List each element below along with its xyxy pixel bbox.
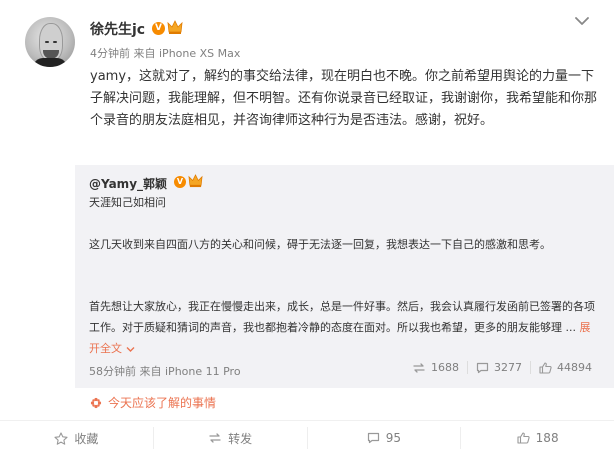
comment-icon xyxy=(476,362,489,373)
like-button[interactable]: 188 xyxy=(460,427,614,449)
retweet-source: iPhone 11 Pro xyxy=(165,365,241,378)
avatar-eye xyxy=(45,41,49,43)
like-count: 188 xyxy=(535,431,559,445)
retweet-paragraph: 这几天收到来自四面八方的关心和问候，碍于无法逐一回复，我想表达一下自己的感激和思… xyxy=(89,238,551,251)
star-icon xyxy=(54,431,68,445)
retweet-meta: 58分钟前 来自 iPhone 11 Pro xyxy=(89,363,241,379)
retweet-author[interactable]: @Yamy_郭颖 xyxy=(89,175,167,192)
retweet-paragraph: 天涯知己如相问 xyxy=(89,196,166,209)
source-prefix: 来自 xyxy=(133,47,156,60)
repost-button[interactable]: 转发 xyxy=(152,427,307,449)
thumbs-up-icon xyxy=(539,361,552,374)
like-count: 44894 xyxy=(557,361,592,374)
flower-icon xyxy=(90,397,102,408)
thumbs-up-icon xyxy=(517,432,530,444)
avatar-face xyxy=(39,23,63,61)
action-bar: 收藏 转发 95 188 xyxy=(0,427,614,449)
comment-count: 95 xyxy=(385,431,402,445)
retweet-paragraph: 首先想让大家放心，我正在慢慢走出来，成长，总是一件好事。然后，我会认真履行发函前… xyxy=(89,296,599,359)
favorite-button[interactable]: 收藏 xyxy=(0,427,153,449)
retweet-repost-button[interactable]: 1688 xyxy=(404,361,467,374)
avatar[interactable] xyxy=(25,17,75,67)
retweet-actions: 1688 3277 44894 xyxy=(404,361,600,374)
comment-count: 3277 xyxy=(494,361,522,374)
post-content: yamy，这就对了，解约的事交给法律，现在明白也不晚。你之前希望用舆论的力量一下… xyxy=(90,69,598,128)
source-prefix: 来自 xyxy=(139,365,162,378)
repost-label: 转发 xyxy=(228,431,253,446)
verified-icon: V xyxy=(174,176,186,188)
chevron-down-icon[interactable] xyxy=(575,15,589,27)
retweet-paragraph-text: 首先想让大家放心，我正在慢慢走出来，成长，总是一件好事。然后，我会认真履行发函前… xyxy=(89,300,595,334)
topic-label: 今天应该了解的事情 xyxy=(108,396,217,410)
post-time[interactable]: 4分钟前 xyxy=(90,47,130,60)
crown-icon xyxy=(188,174,203,188)
repost-count: 1688 xyxy=(431,361,459,374)
comment-button[interactable]: 95 xyxy=(306,427,461,449)
crown-icon xyxy=(167,20,183,34)
post-source: iPhone XS Max xyxy=(159,47,241,60)
favorite-label: 收藏 xyxy=(74,431,99,446)
divider xyxy=(0,420,614,421)
avatar-body xyxy=(33,58,67,67)
comment-icon xyxy=(367,432,379,444)
avatar-eye xyxy=(53,41,57,43)
author-name[interactable]: 徐先生jc xyxy=(90,19,145,39)
topic-link[interactable]: 今天应该了解的事情 xyxy=(90,394,216,411)
repost-icon xyxy=(209,433,221,443)
verified-icon: V xyxy=(152,22,165,35)
repost-icon xyxy=(413,362,425,373)
retweet-comment-button[interactable]: 3277 xyxy=(467,361,530,374)
post-meta: 4分钟前 来自 iPhone XS Max xyxy=(90,45,240,61)
chevron-down-icon xyxy=(126,346,134,352)
retweet-card: @Yamy_郭颖 V 天涯知己如相问 这几天收到来自四面八方的关心和问候，碍于无… xyxy=(75,165,614,388)
retweet-like-button[interactable]: 44894 xyxy=(530,361,600,374)
retweet-time[interactable]: 58分钟前 xyxy=(89,365,136,378)
